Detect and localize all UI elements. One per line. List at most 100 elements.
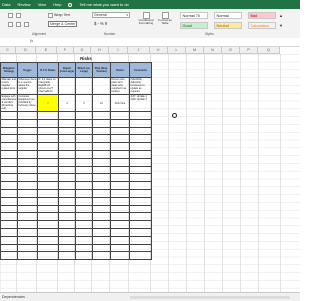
cell[interactable]: [57, 227, 76, 237]
header-mitigation[interactable]: Mitigation Strategy: [0, 62, 18, 78]
cell[interactable]: [109, 126, 130, 136]
cell[interactable]: [91, 196, 111, 206]
cell[interactable]: [91, 149, 111, 159]
cell[interactable]: [57, 142, 76, 151]
cell[interactable]: [74, 126, 93, 136]
cell[interactable]: [16, 220, 38, 229]
cell[interactable]: [0, 251, 18, 261]
cell[interactable]: [91, 126, 111, 136]
cell[interactable]: [0, 173, 18, 183]
cell[interactable]: [91, 204, 111, 214]
align-top-button[interactable]: [8, 12, 13, 18]
cell[interactable]: [36, 142, 59, 151]
cell[interactable]: [91, 181, 111, 190]
column-header[interactable]: P: [240, 47, 258, 54]
cell[interactable]: [109, 149, 130, 159]
cell[interactable]: [36, 243, 59, 253]
format-as-table-button[interactable]: Format as Table: [158, 12, 172, 32]
cell[interactable]: [16, 173, 38, 183]
cell[interactable]: [109, 204, 130, 214]
style-neutral[interactable]: Neutral: [214, 22, 242, 29]
align-right-button[interactable]: [24, 21, 29, 27]
cell[interactable]: [74, 173, 93, 183]
cell[interactable]: [57, 196, 76, 206]
cell[interactable]: Maintain and review supplier related doc…: [0, 77, 18, 95]
column-header[interactable]: K: [150, 47, 168, 54]
cell[interactable]: [16, 251, 38, 261]
cell[interactable]: [109, 212, 130, 222]
cell[interactable]: [0, 118, 18, 128]
cell[interactable]: [0, 165, 18, 175]
cell[interactable]: [109, 173, 130, 183]
cell[interactable]: [36, 181, 59, 190]
cell[interactable]: [36, 157, 59, 167]
cell[interactable]: [91, 251, 111, 261]
cell[interactable]: [109, 196, 130, 206]
cell[interactable]: [74, 188, 93, 198]
cell[interactable]: [57, 134, 76, 144]
cell[interactable]: [91, 220, 111, 229]
cell[interactable]: [128, 165, 152, 175]
cell[interactable]: [74, 220, 93, 229]
cell[interactable]: [16, 212, 38, 222]
align-center-button[interactable]: [16, 21, 21, 27]
cell[interactable]: [74, 181, 93, 190]
cell[interactable]: John Doe: [109, 94, 130, 112]
tab-data[interactable]: Data: [2, 2, 10, 7]
cell[interactable]: [36, 134, 59, 144]
cell[interactable]: [109, 157, 130, 167]
cell[interactable]: [16, 204, 38, 214]
sheet-tab-dependencies[interactable]: Dependencies: [2, 295, 25, 299]
tell-me-search[interactable]: Tell me what you want to do: [79, 2, 128, 7]
cell[interactable]: [36, 118, 59, 128]
cell[interactable]: [57, 149, 76, 159]
cell[interactable]: [74, 235, 93, 245]
cell[interactable]: [128, 157, 152, 167]
cell[interactable]: [16, 235, 38, 245]
styles-expand-icon[interactable]: ▼: [279, 22, 283, 28]
cell[interactable]: (Mar2022) - Adjusting Continues to updat…: [128, 77, 152, 95]
column-header[interactable]: Q: [258, 47, 280, 54]
header-comments[interactable]: Comments: [128, 62, 152, 78]
cell[interactable]: [57, 173, 76, 183]
cell[interactable]: [57, 243, 76, 253]
cell[interactable]: Whenever there is a need to adjust the s…: [16, 77, 38, 95]
cell[interactable]: [74, 118, 93, 128]
cell[interactable]: [74, 204, 93, 214]
column-header[interactable]: G: [74, 47, 91, 54]
cell[interactable]: [91, 118, 111, 128]
cell[interactable]: [109, 188, 130, 198]
cell[interactable]: [57, 212, 76, 222]
cell[interactable]: [36, 126, 59, 136]
cell[interactable]: [74, 134, 93, 144]
horizontal-scrollbar[interactable]: [130, 295, 290, 299]
cell[interactable]: [36, 227, 59, 237]
formula-bar[interactable]: fx: [0, 38, 300, 47]
cell[interactable]: [57, 220, 76, 229]
cell[interactable]: [128, 134, 152, 144]
cell[interactable]: [57, 251, 76, 261]
header-impact[interactable]: Impact (Low-Large): [57, 62, 76, 78]
cell[interactable]: [91, 173, 111, 183]
cell[interactable]: [57, 188, 76, 198]
column-header[interactable]: C: [0, 47, 16, 54]
cell[interactable]: [109, 118, 130, 128]
cell[interactable]: [0, 220, 18, 229]
cell[interactable]: [91, 188, 111, 198]
column-header[interactable]: N: [204, 47, 222, 54]
cell[interactable]: [36, 212, 59, 222]
number-format-select[interactable]: General ▾: [92, 12, 130, 18]
wrap-text-button[interactable]: Wrap Text: [48, 12, 70, 18]
cell[interactable]: 4: [57, 94, 76, 112]
cell[interactable]: [74, 111, 93, 120]
cell[interactable]: [91, 134, 111, 144]
cell[interactable]: [16, 126, 38, 136]
column-header[interactable]: J: [128, 47, 150, 54]
column-header[interactable]: I: [109, 47, 128, 54]
cell[interactable]: [36, 204, 59, 214]
cell[interactable]: [128, 173, 152, 183]
cell[interactable]: [36, 235, 59, 245]
cell[interactable]: [57, 77, 76, 95]
header-risk[interactable]: Risk (Low-Large): [74, 62, 93, 78]
cell[interactable]: 12: [91, 94, 111, 112]
